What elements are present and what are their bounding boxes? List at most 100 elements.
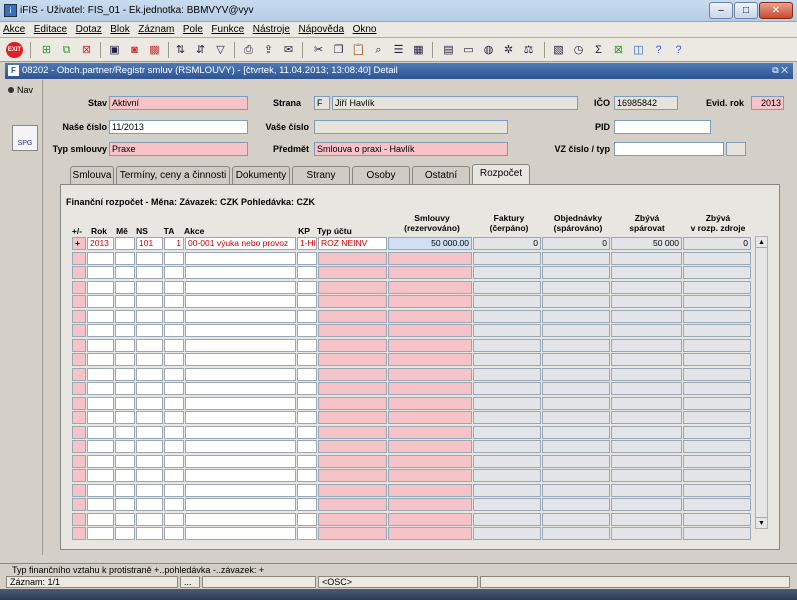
tab-smlouva[interactable]: Smlouva — [70, 166, 114, 184]
grid-cell[interactable] — [136, 512, 163, 526]
row1-typ-uctu[interactable]: ROZ NEINV — [318, 237, 387, 250]
grid-cell[interactable] — [72, 251, 86, 265]
grid-cell[interactable] — [297, 527, 317, 540]
grid-cell[interactable] — [115, 512, 135, 526]
grid-cell[interactable] — [87, 295, 114, 308]
grid-cell[interactable] — [297, 483, 317, 497]
excel-icon[interactable]: ⊠ — [610, 42, 627, 58]
grid-cell[interactable] — [185, 295, 296, 308]
grid-cell[interactable] — [164, 425, 184, 439]
grid-cell[interactable] — [72, 440, 86, 453]
grid-cell[interactable] — [388, 280, 472, 294]
grid-cell[interactable] — [87, 338, 114, 352]
grid-cell[interactable] — [297, 367, 317, 381]
paste-icon[interactable]: 📋 — [350, 42, 367, 58]
row1-akce[interactable]: 00-001 výuka nebo provoz — [185, 237, 296, 250]
tab-osoby[interactable]: Osoby — [352, 166, 410, 184]
duplicate-record-icon[interactable]: ⧉ — [58, 42, 75, 58]
grid-cell[interactable] — [72, 367, 86, 381]
grid-cell[interactable] — [185, 425, 296, 439]
grid-cell[interactable] — [72, 483, 86, 497]
grid-cell[interactable] — [87, 454, 114, 468]
grid-cell[interactable] — [318, 309, 387, 323]
grid-cell[interactable] — [164, 353, 184, 366]
grid-cell[interactable] — [164, 440, 184, 453]
grid-cell[interactable] — [318, 367, 387, 381]
grid-cell[interactable] — [388, 469, 472, 482]
grid-cell[interactable] — [72, 353, 86, 366]
strana-field[interactable]: Jiří Havlík — [332, 96, 578, 110]
settings-icon[interactable]: ✲ — [500, 42, 517, 58]
grid-cell[interactable] — [185, 338, 296, 352]
grid-cell[interactable] — [318, 396, 387, 410]
grid-cell[interactable] — [185, 280, 296, 294]
find-icon[interactable]: ⌕ — [370, 42, 387, 58]
grid-cell[interactable] — [136, 425, 163, 439]
grid-cell[interactable] — [318, 483, 387, 497]
grid-cell[interactable] — [115, 454, 135, 468]
strana-code-field[interactable]: F — [314, 96, 330, 110]
grid-cell[interactable] — [115, 469, 135, 482]
grid-cell[interactable] — [164, 512, 184, 526]
grid-cell[interactable] — [115, 367, 135, 381]
grid-cell[interactable] — [136, 454, 163, 468]
menu-napoveda[interactable]: Nápověda — [295, 22, 347, 35]
grid-cell[interactable] — [136, 338, 163, 352]
copy-icon[interactable]: ❐ — [330, 42, 347, 58]
grid-cell[interactable] — [87, 527, 114, 540]
grid-cell[interactable] — [87, 396, 114, 410]
grid-cell[interactable] — [185, 353, 296, 366]
grid-cell[interactable] — [136, 324, 163, 337]
grid-cell[interactable] — [72, 280, 86, 294]
row1-rok[interactable]: 2013 — [87, 237, 114, 250]
grid-cell[interactable] — [87, 498, 114, 511]
nase-cislo-field[interactable]: 11/2013 — [109, 120, 248, 134]
grid-cell[interactable] — [72, 396, 86, 410]
grid-cell[interactable] — [388, 324, 472, 337]
grid-cell[interactable] — [185, 324, 296, 337]
send-icon[interactable]: ✉ — [280, 42, 297, 58]
grid-cell[interactable] — [318, 440, 387, 453]
grid-cell[interactable] — [136, 527, 163, 540]
typ-smlouvy-field[interactable]: Praxe — [109, 142, 248, 156]
grid-cell[interactable] — [318, 498, 387, 511]
sum-icon[interactable]: Σ — [590, 42, 607, 58]
grid-cell[interactable] — [297, 411, 317, 424]
grid-cell[interactable] — [72, 266, 86, 279]
tab-ostatni[interactable]: Ostatní — [412, 166, 470, 184]
grid-cell[interactable] — [115, 396, 135, 410]
grid-cell[interactable] — [297, 295, 317, 308]
grid-cell[interactable] — [297, 280, 317, 294]
grid-cell[interactable] — [115, 411, 135, 424]
menu-nastroje[interactable]: Nástroje — [250, 22, 293, 35]
grid-cell[interactable] — [318, 454, 387, 468]
grid-cell[interactable] — [164, 324, 184, 337]
nav-radio-icon[interactable] — [8, 87, 14, 93]
row1-smlouvy[interactable]: 50 000.00 — [388, 237, 472, 250]
grid-cell[interactable] — [297, 454, 317, 468]
cut-icon[interactable]: ✂ — [310, 42, 327, 58]
menu-zaznam[interactable]: Záznam — [135, 22, 177, 35]
calendar-icon[interactable]: ▤ — [440, 42, 457, 58]
grid-cell[interactable] — [185, 498, 296, 511]
grid-cell[interactable] — [388, 483, 472, 497]
grid-cell[interactable] — [388, 266, 472, 279]
scroll-up-icon[interactable]: ▲ — [756, 237, 767, 248]
grid-cell[interactable] — [72, 309, 86, 323]
grid-cell[interactable] — [115, 527, 135, 540]
grid-cell[interactable] — [164, 266, 184, 279]
grid-cell[interactable] — [87, 280, 114, 294]
exit-icon[interactable]: EXIT — [6, 42, 23, 58]
minimize-button[interactable]: – — [709, 2, 733, 19]
grid-cell[interactable] — [164, 309, 184, 323]
grid-cell[interactable] — [87, 382, 114, 395]
grid-cell[interactable] — [136, 266, 163, 279]
grid-cell[interactable] — [136, 411, 163, 424]
grid-cell[interactable] — [318, 353, 387, 366]
help-icon[interactable]: ? — [650, 42, 667, 58]
insert-record-icon[interactable]: ⊞ — [38, 42, 55, 58]
grid-cell[interactable] — [388, 498, 472, 511]
scroll-down-icon[interactable]: ▼ — [756, 517, 767, 528]
tab-strany[interactable]: Strany — [292, 166, 350, 184]
grid-cell[interactable] — [115, 280, 135, 294]
